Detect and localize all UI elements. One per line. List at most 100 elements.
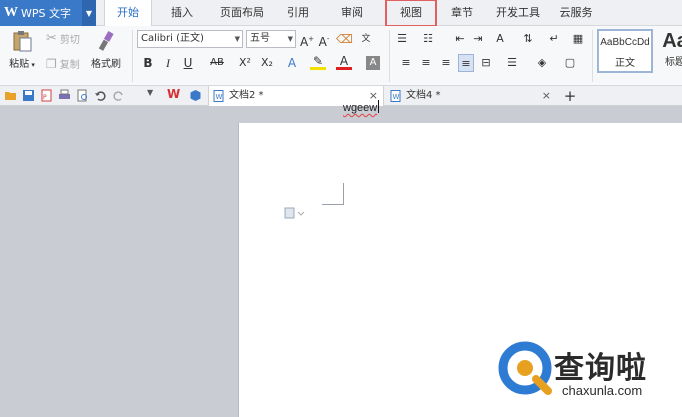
- font-color-icon[interactable]: A: [336, 54, 352, 70]
- paste-button[interactable]: 粘贴 ▾: [4, 30, 40, 70]
- style-name: 正文: [615, 58, 635, 69]
- tab-start[interactable]: 开始: [104, 0, 152, 27]
- subscript-button[interactable]: X₂: [258, 54, 276, 72]
- text-effect-icon[interactable]: A: [284, 54, 300, 72]
- clipboard-icon: [13, 31, 32, 52]
- superscript-button[interactable]: X²: [236, 54, 254, 72]
- style-sample: Aa: [662, 30, 682, 52]
- divider: [389, 30, 390, 82]
- tab-review[interactable]: 审阅: [330, 0, 374, 26]
- doc-tab-2[interactable]: W 文档4 * ×: [386, 86, 556, 106]
- pinyin-guide-icon[interactable]: 文: [358, 30, 374, 48]
- tab-cloud-services[interactable]: 云服务: [552, 0, 600, 26]
- line-spacing-icon[interactable]: ☰: [504, 54, 520, 72]
- quick-access-bar: P ▼ W W 文档2 * × W 文档4 * × +: [0, 86, 682, 106]
- app-menu-dropdown-icon[interactable]: ▼: [82, 0, 96, 26]
- save-icon[interactable]: [22, 89, 35, 102]
- document-icon: W: [390, 90, 401, 102]
- tab-page-layout[interactable]: 页面布局: [212, 0, 272, 26]
- svg-text:W: W: [216, 93, 223, 101]
- show-marks-icon[interactable]: ↵: [546, 30, 562, 48]
- app-title: WPS 文字: [21, 7, 71, 20]
- copy-button[interactable]: ❐ 复制: [46, 56, 80, 72]
- style-normal[interactable]: AaBbCcDd 正文: [597, 29, 653, 73]
- distribute-icon[interactable]: ⊟: [478, 54, 494, 72]
- justify-icon[interactable]: ≡: [458, 54, 474, 72]
- watermark-url: chaxunla.com: [562, 383, 643, 398]
- align-right-icon[interactable]: ≡: [438, 54, 454, 72]
- customize-dropdown-icon[interactable]: ▼: [147, 88, 160, 101]
- export-pdf-icon[interactable]: P: [40, 89, 53, 102]
- wps-docer-icon[interactable]: W: [167, 87, 180, 101]
- numbering-icon[interactable]: ☷: [420, 30, 436, 48]
- doc-tab-title: 文档4 *: [406, 90, 441, 101]
- highlight-icon[interactable]: ✎: [310, 54, 326, 70]
- decrease-indent-icon[interactable]: ⇤: [452, 30, 468, 48]
- redo-icon[interactable]: [112, 89, 125, 102]
- copy-label: 复制: [59, 60, 80, 71]
- chevron-down-icon: ▼: [287, 35, 293, 43]
- site-watermark: 查询啦 chaxunla.com: [496, 339, 674, 403]
- bold-button[interactable]: B: [140, 54, 156, 72]
- print-preview-icon[interactable]: [76, 89, 89, 102]
- document-body-text[interactable]: wgeew: [343, 100, 380, 114]
- format-painter-button[interactable]: 格式刷: [88, 30, 124, 70]
- align-center-icon[interactable]: ≡: [418, 54, 434, 72]
- margin-corner-mark: [343, 183, 344, 205]
- strikethrough-button[interactable]: AB: [206, 54, 228, 72]
- format-painter-label: 格式刷: [91, 59, 121, 70]
- font-name-select[interactable]: Calibri (正文) ▼: [137, 30, 243, 48]
- bullets-icon[interactable]: ☰: [394, 30, 410, 48]
- svg-text:W: W: [393, 93, 400, 101]
- underline-button[interactable]: U: [180, 54, 196, 72]
- open-folder-icon[interactable]: [4, 89, 17, 102]
- table-icon[interactable]: ▦: [570, 30, 586, 48]
- chevron-down-icon: ▼: [234, 35, 240, 43]
- close-icon[interactable]: ×: [542, 86, 551, 106]
- paintbrush-icon: [98, 31, 114, 51]
- font-name-value: Calibri (正文): [141, 33, 204, 44]
- scissors-icon: ✂: [46, 31, 57, 46]
- font-size-select[interactable]: 五号 ▼: [246, 30, 296, 48]
- new-tab-button[interactable]: +: [560, 86, 580, 106]
- doc-tab-title: 文档2 *: [229, 90, 264, 101]
- cube-icon[interactable]: [189, 89, 202, 102]
- italic-button[interactable]: I: [160, 54, 176, 72]
- ribbon-toolbar: 粘贴 ▾ ✂ 剪切 ❐ 复制 格式刷 Calibri (正文) ▼ 五号 ▼ A…: [0, 26, 682, 86]
- clear-format-icon[interactable]: ⌫: [336, 30, 353, 48]
- borders-icon[interactable]: ▢: [562, 54, 578, 72]
- style-sample: AaBbCcDd: [600, 37, 650, 48]
- copy-icon: ❐: [46, 56, 57, 71]
- divider: [592, 30, 593, 82]
- char-shading-icon[interactable]: A: [366, 56, 380, 70]
- tab-references[interactable]: 引用: [278, 0, 318, 26]
- cut-label: 剪切: [59, 35, 80, 46]
- cut-button[interactable]: ✂ 剪切: [46, 31, 80, 46]
- margin-corner-mark: [322, 204, 344, 205]
- undo-icon[interactable]: [94, 89, 107, 102]
- svg-text:P: P: [43, 94, 47, 101]
- tab-developer[interactable]: 开发工具: [490, 0, 546, 26]
- tab-insert[interactable]: 插入: [160, 0, 204, 26]
- shading-icon[interactable]: ◈: [534, 54, 550, 72]
- wps-logo-icon: W: [4, 5, 18, 20]
- text-direction-icon[interactable]: A: [492, 30, 508, 48]
- increase-indent-icon[interactable]: ⇥: [470, 30, 486, 48]
- shrink-font-icon[interactable]: A-: [316, 30, 332, 49]
- style-name: 标题: [665, 57, 682, 68]
- print-icon[interactable]: [58, 89, 71, 102]
- menu-bar: W WPS 文字 ▼ 开始 插入 页面布局 引用 审阅 视图 章节 开发工具 云…: [0, 0, 682, 27]
- watermark-logo-icon: [498, 341, 552, 395]
- divider: [132, 30, 133, 82]
- sort-icon[interactable]: ⇅: [520, 30, 536, 48]
- app-menu-button[interactable]: W WPS 文字 ▼: [0, 0, 96, 26]
- style-heading[interactable]: Aa 标题: [655, 29, 682, 73]
- paragraph-layout-icon[interactable]: [284, 207, 306, 219]
- align-left-icon[interactable]: ≡: [398, 54, 414, 72]
- grow-font-icon[interactable]: A+: [299, 30, 315, 49]
- document-text-content: wgeew: [343, 102, 378, 114]
- font-size-value: 五号: [250, 33, 270, 44]
- text-cursor: [378, 100, 380, 113]
- tab-view[interactable]: 视图: [385, 0, 437, 27]
- tab-chapter[interactable]: 章节: [444, 0, 480, 26]
